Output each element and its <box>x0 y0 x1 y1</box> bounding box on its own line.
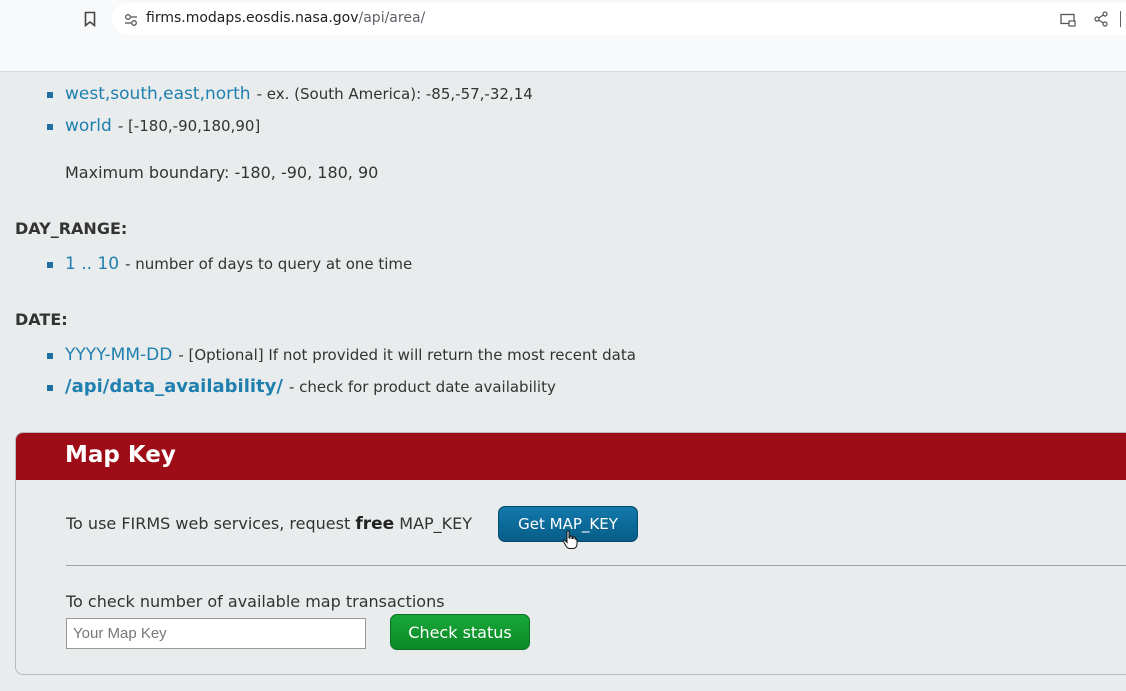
list-item-date-format: YYYY-MM-DD - [Optional] If not provided … <box>47 345 636 365</box>
request-bold: free <box>355 514 395 534</box>
bullet-icon <box>47 385 53 391</box>
site-settings-icon[interactable] <box>124 12 138 26</box>
cast-icon[interactable] <box>1060 12 1076 27</box>
date-format-desc: - [Optional] If not provided it will ret… <box>178 346 636 364</box>
check-transactions-label: To check number of available map transac… <box>66 592 445 611</box>
day-range-desc: - number of days to query at one time <box>125 255 413 273</box>
bullet-icon <box>47 92 53 98</box>
area-world-desc: - [-180,-90,180,90] <box>117 117 261 135</box>
date-heading: DATE: <box>15 310 68 329</box>
browser-toolbar: firms.modaps.eosdis.nasa.gov/api/area/ <box>0 0 1126 72</box>
map-key-title: Map Key <box>65 442 176 468</box>
url-host: firms.modaps.eosdis.nasa.gov <box>146 10 359 26</box>
request-suffix: MAP_KEY <box>399 514 473 533</box>
request-prefix: To use FIRMS web services, request <box>66 514 351 533</box>
toolbar-separator <box>1120 11 1121 27</box>
divider <box>66 565 1126 566</box>
url-path: /api/area/ <box>358 10 426 26</box>
address-bar[interactable]: firms.modaps.eosdis.nasa.gov/api/area/ <box>112 3 1126 35</box>
day-range-heading: DAY_RANGE: <box>15 219 128 238</box>
list-item-area-coords: west,south,east,north - ex. (South Ameri… <box>47 84 533 104</box>
map-key-input[interactable] <box>66 618 366 649</box>
map-key-header: Map Key <box>16 433 1126 480</box>
data-availability-link[interactable]: /api/data_availability/ <box>65 376 283 397</box>
hand-cursor-icon <box>562 530 578 550</box>
url-text[interactable]: firms.modaps.eosdis.nasa.gov/api/area/ <box>146 10 425 26</box>
area-coords-link[interactable]: west,south,east,north <box>65 84 251 104</box>
day-range-link[interactable]: 1 .. 10 <box>65 254 119 274</box>
list-item-data-availability: /api/data_availability/ - check for prod… <box>47 376 556 397</box>
area-coords-desc: - ex. (South America): -85,-57,-32,14 <box>256 85 533 103</box>
request-key-text: To use FIRMS web services, request free … <box>66 514 472 534</box>
share-icon[interactable] <box>1094 11 1108 27</box>
bookmark-icon[interactable] <box>82 10 98 28</box>
data-availability-desc: - check for product date availability <box>288 378 556 396</box>
bullet-icon <box>47 353 53 359</box>
list-item-area-world: world - [-180,-90,180,90] <box>47 116 260 136</box>
area-world-link[interactable]: world <box>65 116 112 136</box>
max-boundary-text: Maximum boundary: -180, -90, 180, 90 <box>65 163 379 182</box>
bullet-icon <box>47 262 53 268</box>
bullet-icon <box>47 124 53 130</box>
list-item-day-range: 1 .. 10 - number of days to query at one… <box>47 254 412 274</box>
check-status-button[interactable]: Check status <box>390 614 530 650</box>
date-format-link[interactable]: YYYY-MM-DD <box>65 345 172 365</box>
map-key-panel: Map Key To use FIRMS web services, reque… <box>15 432 1126 675</box>
